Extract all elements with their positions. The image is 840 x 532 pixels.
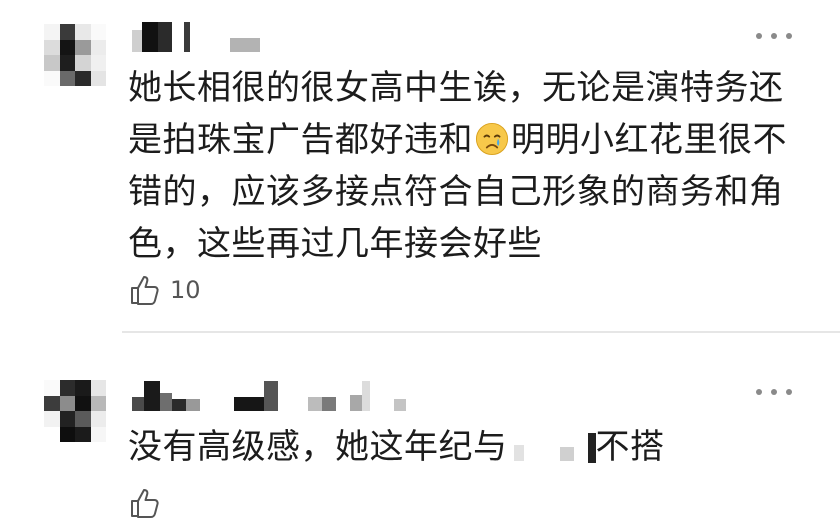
dot: [786, 389, 792, 395]
thumbs-up-icon: [131, 489, 159, 518]
dot: [756, 389, 762, 395]
comment-line: 明明小红花里很不: [511, 120, 787, 160]
more-options-button[interactable]: [756, 382, 792, 402]
comment-text: 没有高级感，她这年纪与 不搭: [128, 421, 808, 476]
like-count: 10: [170, 276, 201, 304]
comment-segment: 没有高级感，她这年纪与: [128, 427, 508, 467]
redacted-text: [508, 424, 596, 476]
crying-face-emoji-icon: [475, 122, 509, 156]
comment-line: 错的，应该多接点符合自己形象的商务和角: [128, 172, 784, 212]
comment-text: 她长相很的很女高中生诶，无论是演特务还 是拍珠宝广告都好违和 明明小红花里很不错的，…: [128, 62, 808, 270]
dot: [771, 389, 777, 395]
comment-item: 她长相很的很女高中生诶，无论是演特务还 是拍珠宝广告都好违和 明明小红花里很不错的，…: [0, 0, 840, 332]
dot: [786, 33, 792, 39]
like-button[interactable]: [128, 483, 170, 523]
comment-item: 没有高级感，她这年纪与 不搭: [0, 333, 840, 532]
more-options-button[interactable]: [756, 26, 792, 46]
avatar[interactable]: [44, 24, 106, 86]
username-redacted[interactable]: [132, 22, 260, 52]
dot: [771, 33, 777, 39]
comment-segment: 不搭: [595, 427, 665, 467]
avatar[interactable]: [44, 380, 106, 442]
like-button[interactable]: 10: [128, 270, 201, 310]
comment-line: 是拍珠宝广告都好违和: [128, 120, 473, 160]
comment-line: 色，这些再过几年接会好些: [128, 224, 542, 264]
dot: [756, 33, 762, 39]
comment-line: 她长相很的很女高中生诶，无论是演特务还: [128, 68, 784, 108]
thumbs-up-icon: [131, 276, 159, 305]
username-redacted[interactable]: [132, 381, 406, 411]
